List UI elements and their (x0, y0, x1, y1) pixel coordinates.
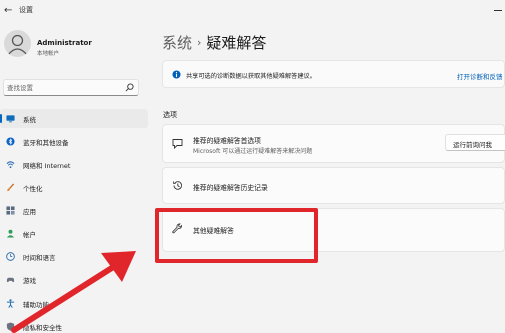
wrench-icon (172, 223, 182, 234)
info-text: 共享可选的诊断数据以获取其他疑难解答建议。 (186, 73, 316, 80)
open-diagnostics-link[interactable]: 打开诊断和反馈 (457, 71, 503, 81)
recommended-preferences-card[interactable]: 推荐的疑难解答首选项 Microsoft 可以通过运行疑难解答来解决问题 运行前… (162, 124, 505, 163)
page-title: 疑难解答 (206, 34, 267, 52)
back-arrow-icon[interactable]: ← (4, 5, 16, 17)
sidebar-item-label: 隐私和安全性 (23, 324, 62, 332)
sidebar-item-label: 时间和语言 (23, 254, 56, 262)
sidebar-item-gaming[interactable]: 游戏 (0, 270, 148, 289)
sidebar-item-personalization[interactable]: 个性化 (0, 178, 148, 197)
sidebar-item-privacy-security[interactable]: 隐私和安全性 (0, 317, 148, 333)
shield-icon (6, 322, 15, 331)
search-icon[interactable] (125, 83, 134, 92)
selection-indicator (0, 114, 2, 123)
sidebar-item-label: 应用 (23, 208, 36, 216)
controller-icon (6, 277, 15, 283)
brush-icon (7, 183, 15, 192)
apps-icon (6, 206, 15, 215)
app-title: 设置 (19, 6, 33, 14)
sidebar-item-time-language[interactable]: 时间和语言 (0, 247, 148, 266)
chat-bubble-icon (172, 139, 183, 149)
user-name: Administrator (37, 39, 92, 47)
info-icon (172, 70, 181, 79)
search-input[interactable] (7, 82, 117, 94)
sidebar-item-label: 帐户 (23, 231, 36, 239)
dropdown-selected-value: 运行前询问我 (453, 141, 492, 149)
sidebar-item-label: 蓝牙和其他设备 (23, 139, 69, 147)
sidebar-item-label: 系统 (23, 116, 36, 124)
other-troubleshooters-card[interactable]: 其他疑难解答 (162, 208, 505, 252)
wifi-icon (6, 161, 15, 169)
card-title: 其他疑难解答 (193, 227, 234, 235)
troubleshooter-history-card[interactable]: 推荐的疑难解答历史记录 (162, 167, 505, 204)
sidebar-item-bluetooth[interactable]: 蓝牙和其他设备 (0, 132, 148, 151)
person-icon (6, 229, 15, 238)
bluetooth-icon (6, 137, 15, 146)
sidebar-item-label: 辅助功能 (23, 301, 49, 309)
user-silhouette-icon (7, 34, 28, 56)
minimize-icon[interactable] (494, 10, 502, 11)
breadcrumb-system[interactable]: 系统 (162, 34, 192, 52)
sidebar-item-label: 个性化 (23, 185, 43, 193)
breadcrumb: 系统 › 疑难解答 (162, 32, 266, 53)
sidebar-item-apps[interactable]: 应用 (0, 201, 148, 220)
card-title: 推荐的疑难解答首选项 (193, 137, 261, 145)
title-bar: ← 设置 (0, 0, 505, 22)
sidebar-item-label: 网络和 Internet (23, 162, 71, 170)
card-title: 推荐的疑难解答历史记录 (193, 184, 268, 192)
history-icon (173, 181, 182, 190)
accessibility-icon (6, 299, 15, 308)
sidebar-item-network[interactable]: 网络和 Internet (0, 155, 148, 174)
sidebar: Administrator 本地帐户 系统 蓝牙和其他设备 网络和 Intern… (0, 22, 150, 333)
card-subtitle: Microsoft 可以通过运行疑难解答来解决问题 (193, 148, 313, 155)
sidebar-item-system[interactable]: 系统 (0, 109, 148, 128)
run-preference-dropdown[interactable]: 运行前询问我 (445, 134, 505, 151)
user-account-type: 本地帐户 (37, 51, 60, 57)
avatar[interactable] (4, 30, 31, 57)
monitor-icon (6, 115, 15, 123)
diagnostic-info-bar: 共享可选的诊断数据以获取其他疑难解答建议。 打开诊断和反馈 (162, 60, 505, 88)
sidebar-item-label: 游戏 (23, 277, 36, 285)
search-box[interactable] (3, 79, 139, 96)
breadcrumb-separator: › (197, 36, 202, 49)
section-heading: 选项 (163, 111, 177, 119)
sidebar-item-accessibility[interactable]: 辅助功能 (0, 294, 148, 313)
sidebar-item-accounts[interactable]: 帐户 (0, 224, 148, 243)
globe-clock-icon (6, 252, 15, 261)
